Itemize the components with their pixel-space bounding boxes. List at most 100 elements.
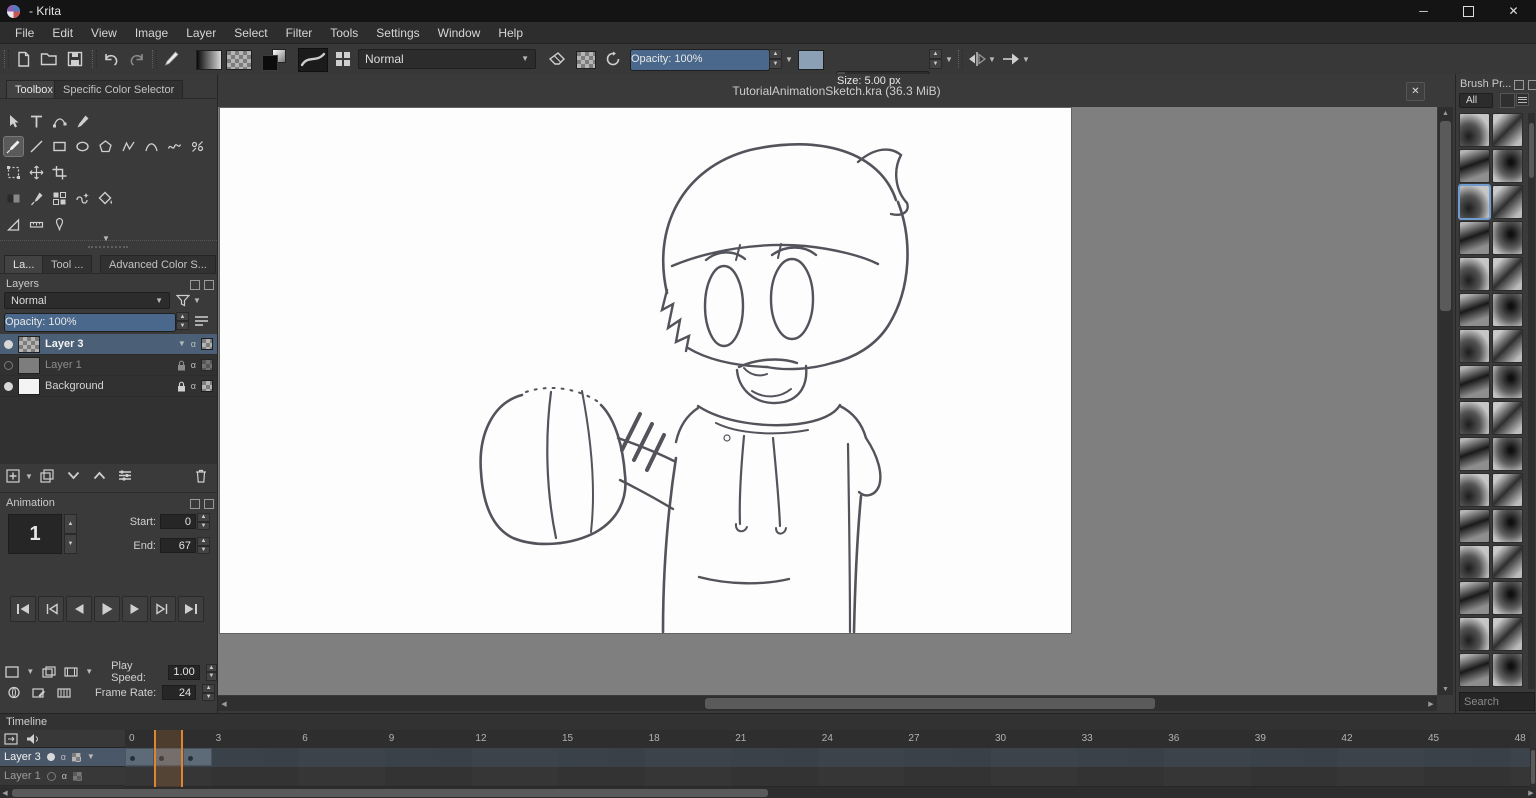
layers-docker-buttons[interactable] bbox=[190, 280, 214, 290]
collapse-chevron-icon[interactable]: ▼ bbox=[102, 235, 110, 243]
splitter-handle[interactable] bbox=[88, 246, 128, 248]
canvas-vertical-scrollbar[interactable]: ▲ ▼ bbox=[1438, 107, 1453, 695]
start-steppers[interactable]: ▲ ▼ bbox=[197, 513, 210, 530]
bezier-curve-tool[interactable] bbox=[142, 137, 161, 156]
skip-to-end-button[interactable] bbox=[178, 596, 204, 622]
ellipse-tool[interactable] bbox=[73, 137, 92, 156]
brush-preset[interactable] bbox=[1492, 113, 1523, 147]
menu-window[interactable]: Window bbox=[429, 24, 490, 42]
toolbar-grip[interactable] bbox=[152, 50, 157, 68]
brush-preset[interactable] bbox=[1459, 113, 1490, 147]
transform-tool[interactable] bbox=[4, 163, 23, 182]
maximize-button[interactable] bbox=[1446, 0, 1491, 22]
next-frame-button[interactable] bbox=[122, 596, 148, 622]
empty-frame-button[interactable] bbox=[4, 663, 20, 682]
brush-preset[interactable] bbox=[1492, 617, 1523, 651]
brush-preset[interactable] bbox=[1492, 437, 1523, 471]
brush-preset[interactable] bbox=[1492, 401, 1523, 435]
brush-preset[interactable] bbox=[1492, 257, 1523, 291]
timeline-frames-layer3[interactable] bbox=[125, 748, 1530, 768]
scrollbar-thumb[interactable] bbox=[705, 698, 1155, 709]
brush-preset[interactable] bbox=[1459, 293, 1490, 327]
polygon-tool[interactable] bbox=[96, 137, 115, 156]
menu-file[interactable]: File bbox=[6, 24, 43, 42]
step-up-icon[interactable]: ▲ bbox=[197, 537, 210, 546]
brush-preset[interactable] bbox=[1492, 329, 1523, 363]
float-docker-icon[interactable] bbox=[190, 499, 200, 509]
brush-preset[interactable] bbox=[1459, 401, 1490, 435]
layer-thumbnail[interactable] bbox=[18, 335, 40, 353]
inherit-alpha-icon[interactable] bbox=[71, 752, 81, 762]
eraser-mode-button[interactable] bbox=[546, 48, 568, 70]
step-up-icon[interactable]: ▲ bbox=[64, 514, 77, 534]
brush-preset[interactable] bbox=[1492, 221, 1523, 255]
menu-layer[interactable]: Layer bbox=[177, 24, 225, 42]
layer-name[interactable]: Layer 3 bbox=[45, 338, 173, 350]
brush-presets-grid-button[interactable] bbox=[332, 48, 354, 70]
step-up-icon[interactable]: ▲ bbox=[769, 49, 782, 59]
freehand-brush-tool-button[interactable] bbox=[160, 48, 182, 70]
end-steppers[interactable]: ▲ ▼ bbox=[197, 537, 210, 554]
step-down-icon[interactable]: ▼ bbox=[202, 692, 216, 701]
play-speed-steppers[interactable]: ▲ ▼ bbox=[205, 663, 218, 681]
open-document-button[interactable] bbox=[38, 48, 60, 70]
chevron-down-icon[interactable]: ▼ bbox=[945, 56, 953, 64]
move-layer-up-button[interactable] bbox=[88, 466, 110, 485]
select-shapes-tool[interactable] bbox=[4, 112, 23, 131]
keyframe-cell[interactable] bbox=[153, 748, 183, 766]
brush-preset[interactable] bbox=[1492, 473, 1523, 507]
layer-properties-button[interactable] bbox=[190, 312, 212, 331]
gradient-chooser[interactable] bbox=[196, 50, 222, 70]
float-docker-icon[interactable] bbox=[190, 280, 200, 290]
annotate-frame-button[interactable] bbox=[29, 683, 48, 702]
timeline-frames-layer1[interactable] bbox=[125, 767, 1530, 787]
scroll-down-arrow[interactable]: ▼ bbox=[1438, 683, 1453, 695]
size-steppers[interactable]: ▲ ▼ bbox=[929, 49, 942, 69]
inherit-alpha-icon[interactable] bbox=[201, 380, 213, 392]
brush-docker-buttons[interactable] bbox=[1514, 80, 1536, 90]
film-settings-button[interactable] bbox=[63, 663, 79, 682]
menu-view[interactable]: View bbox=[82, 24, 126, 42]
tab-layers[interactable]: La... bbox=[4, 255, 44, 273]
start-spinbox[interactable]: 0 bbox=[160, 514, 196, 529]
scrollbar-thumb[interactable] bbox=[1440, 121, 1451, 311]
brush-preset[interactable] bbox=[1459, 617, 1490, 651]
layer-thumbnail[interactable] bbox=[18, 356, 40, 374]
skip-to-start-button[interactable] bbox=[10, 596, 36, 622]
step-up-icon[interactable]: ▲ bbox=[929, 49, 942, 59]
menu-help[interactable]: Help bbox=[489, 24, 532, 42]
pattern-chooser[interactable] bbox=[226, 50, 252, 70]
visible-eye-icon[interactable] bbox=[46, 753, 55, 761]
horizontal-mirror-button[interactable] bbox=[966, 48, 988, 70]
opacity-steppers[interactable]: ▲ ▼ bbox=[769, 49, 782, 69]
scroll-left-arrow[interactable]: ◀ bbox=[218, 696, 230, 711]
frame-rate-steppers[interactable]: ▲ ▼ bbox=[202, 684, 216, 701]
layer-row-layer3[interactable]: Layer 3 ▼ α bbox=[0, 334, 217, 355]
brush-preset[interactable] bbox=[1459, 257, 1490, 291]
edit-shapes-tool[interactable] bbox=[50, 112, 69, 131]
keyframe-cell[interactable] bbox=[125, 748, 154, 766]
fg-bg-color-swatch[interactable] bbox=[260, 48, 288, 71]
animation-docker-buttons[interactable] bbox=[190, 499, 214, 509]
menu-edit[interactable]: Edit bbox=[43, 24, 82, 42]
chevron-down-icon[interactable]: ▼ bbox=[25, 473, 33, 481]
save-button[interactable] bbox=[64, 48, 86, 70]
hidden-eye-icon[interactable] bbox=[4, 360, 13, 370]
inherit-alpha-icon[interactable] bbox=[201, 359, 213, 371]
menu-select[interactable]: Select bbox=[225, 24, 276, 42]
calligraphy-tool[interactable] bbox=[73, 112, 92, 131]
timeline-horizontal-scrollbar[interactable]: ◀ ▶ bbox=[0, 787, 1536, 798]
timeline-row-header-layer3[interactable]: Layer 3 α ▼ bbox=[0, 748, 125, 767]
brush-preset[interactable] bbox=[1459, 545, 1490, 579]
minimize-button[interactable]: ─ bbox=[1401, 0, 1446, 22]
step-down-icon[interactable]: ▼ bbox=[769, 59, 782, 69]
layer-name[interactable]: Layer 1 bbox=[45, 359, 172, 371]
fill-tool[interactable] bbox=[96, 189, 115, 208]
menu-settings[interactable]: Settings bbox=[367, 24, 428, 42]
new-document-button[interactable] bbox=[12, 48, 34, 70]
measure-tool[interactable] bbox=[27, 215, 46, 234]
brush-preset[interactable] bbox=[1492, 293, 1523, 327]
close-docker-icon[interactable] bbox=[204, 280, 214, 290]
inherit-alpha-icon[interactable] bbox=[201, 338, 213, 350]
brush-grid-scrollbar[interactable] bbox=[1528, 113, 1535, 689]
